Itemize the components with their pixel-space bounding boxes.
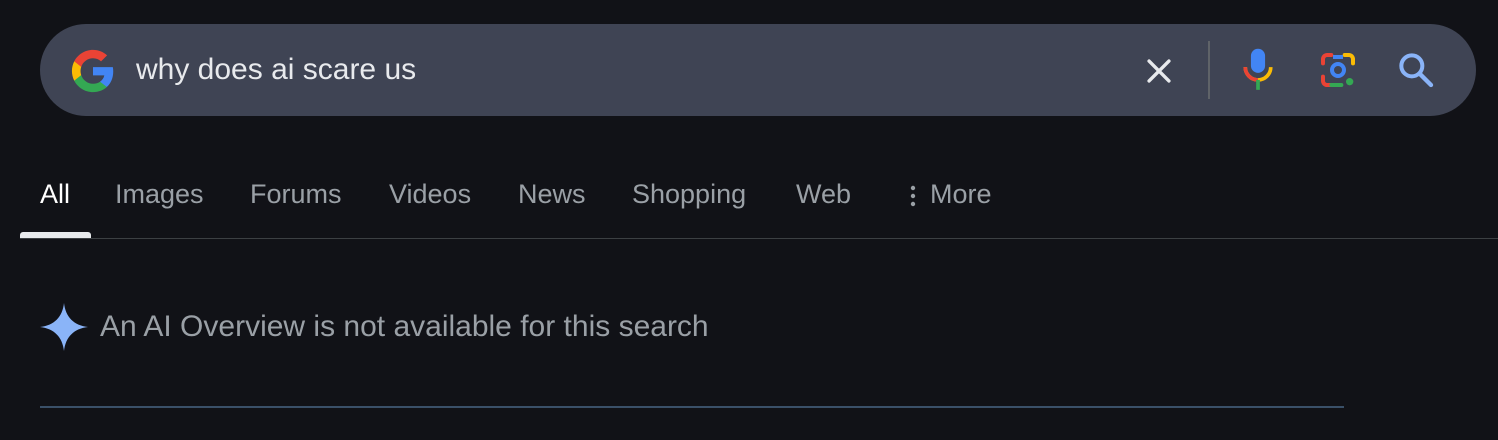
tab-videos[interactable]: Videos xyxy=(389,178,471,210)
tab-more[interactable]: More xyxy=(910,178,992,210)
search-submit-button[interactable] xyxy=(1392,46,1440,94)
tabs-divider xyxy=(20,238,1498,239)
tab-more-label: More xyxy=(930,179,992,209)
voice-search-button[interactable] xyxy=(1234,46,1282,94)
image-search-button[interactable] xyxy=(1314,46,1362,94)
sparkle-icon xyxy=(40,303,88,351)
google-g-icon[interactable] xyxy=(70,48,116,94)
search-bar[interactable] xyxy=(40,24,1476,116)
tab-images[interactable]: Images xyxy=(115,178,204,210)
tab-forums[interactable]: Forums xyxy=(250,178,342,210)
tab-shopping[interactable]: Shopping xyxy=(632,178,746,210)
tab-web[interactable]: Web xyxy=(796,178,851,210)
vertical-dots-icon xyxy=(910,185,916,207)
clear-search-button[interactable] xyxy=(1136,48,1182,94)
ai-overview-message: An AI Overview is not available for this… xyxy=(100,310,709,343)
close-icon xyxy=(1147,59,1171,83)
search-icon xyxy=(1399,53,1434,88)
search-input[interactable] xyxy=(136,46,1096,94)
tab-news[interactable]: News xyxy=(518,178,586,210)
search-results-page: All Images Forums Videos News Shopping W… xyxy=(0,0,1498,440)
search-bar-divider xyxy=(1208,41,1210,99)
microphone-icon xyxy=(1243,48,1273,90)
ai-overview-notice: An AI Overview is not available for this… xyxy=(40,300,709,354)
section-divider xyxy=(40,406,1344,408)
camera-lens-icon xyxy=(1321,53,1355,87)
tab-all[interactable]: All xyxy=(40,178,70,210)
search-tabs: All Images Forums Videos News Shopping W… xyxy=(20,160,1498,238)
